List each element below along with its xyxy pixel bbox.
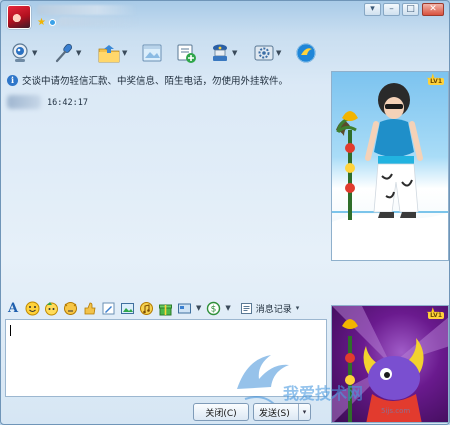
maximize-icon: □ — [406, 4, 415, 14]
send-options-dropdown[interactable]: ▾ — [298, 404, 310, 420]
music-icon — [139, 301, 153, 315]
my-show-illustration — [332, 306, 448, 422]
app-icon — [296, 43, 316, 63]
info-icon: i — [7, 74, 18, 86]
qq-show-panel[interactable]: ★ LV1 — [331, 71, 449, 261]
main-toolbar: ▼ ▼ ▼ ▼ ▼ — [9, 39, 329, 69]
gift-icon — [158, 304, 172, 315]
close-icon: ✕ — [429, 4, 437, 14]
message-input[interactable] — [5, 319, 327, 397]
level-badge: LV1 — [428, 78, 444, 85]
doodle-button[interactable] — [100, 300, 116, 316]
message-sender-blurred — [7, 95, 41, 109]
window-shake-icon — [63, 301, 77, 315]
contact-avatar[interactable] — [7, 5, 31, 29]
emoticon-button[interactable] — [24, 300, 40, 316]
level-badge: LV1 — [428, 312, 444, 319]
font-button[interactable]: A — [5, 300, 21, 316]
warning-text: 交谈中请勿轻信汇款、中奖信息、陌生电话，勿使用外挂软件。 — [22, 76, 289, 87]
remote-assist-icon — [213, 44, 227, 61]
online-status-icon — [49, 19, 56, 26]
screenshot-button[interactable] — [176, 300, 192, 316]
chevron-down-icon[interactable]: ▾ — [296, 304, 300, 312]
security-warning: i 交谈中请勿轻信汇款、中奖信息、陌生电话，勿使用外挂软件。 — [7, 73, 327, 87]
image-button[interactable] — [141, 39, 175, 67]
message-timestamp: 16:42:17 — [47, 98, 88, 108]
contact-signature-blurred — [59, 17, 139, 26]
chevron-down-icon: ▾ — [370, 4, 375, 14]
picture-icon — [120, 302, 134, 314]
maximize-button[interactable]: □ — [402, 3, 419, 16]
music-button[interactable] — [138, 300, 154, 316]
avatar-show-illustration — [332, 83, 448, 260]
screenshot-icon — [177, 303, 191, 313]
create-group-button[interactable] — [175, 39, 209, 67]
app-button[interactable] — [295, 39, 329, 67]
font-icon: A — [7, 300, 19, 316]
send-label: 发送(S) — [259, 408, 290, 419]
voice-button[interactable]: ▼ — [53, 39, 87, 67]
send-button[interactable]: 发送(S) ▾ — [253, 403, 311, 421]
settings-icon — [254, 45, 274, 61]
pencil-icon — [102, 302, 114, 314]
chat-history[interactable]: 16:42:17 — [5, 89, 325, 297]
text-caret — [10, 325, 11, 336]
title-bar[interactable]: ★ ▾ – □ ✕ — [1, 1, 450, 33]
webcam-icon — [12, 43, 28, 62]
message-history-label: 消息记录 — [255, 304, 292, 315]
animated-emoticon-button[interactable] — [43, 300, 59, 316]
chevron-down-icon[interactable]: ▼ — [232, 49, 237, 57]
send-file-button[interactable]: ▼ — [97, 39, 131, 67]
star-icon: ★ — [37, 17, 46, 28]
close-window-button[interactable]: ✕ — [422, 3, 444, 16]
currency-button[interactable]: $ — [205, 300, 221, 316]
create-group-icon — [177, 44, 196, 63]
magic-emoticon-icon — [44, 301, 58, 315]
chevron-down-icon[interactable]: ▼ — [76, 49, 81, 57]
minimize-icon: – — [389, 4, 394, 14]
microphone-icon — [55, 43, 73, 63]
webcam-button[interactable]: ▼ — [9, 39, 43, 67]
thumbs-up-icon — [84, 302, 95, 314]
send-image-button[interactable] — [119, 300, 135, 316]
window-menu-button[interactable]: ▾ — [364, 3, 381, 16]
chevron-down-icon[interactable]: ▼ — [276, 49, 281, 57]
chevron-down-icon[interactable]: ▼ — [122, 49, 127, 57]
chevron-down-icon[interactable]: ▼ — [225, 304, 230, 312]
smiley-icon — [25, 301, 39, 315]
chat-window: ★ ▾ – □ ✕ ▼ ▼ ▼ ▼ ▼ i 交谈中请勿轻信汇款、中奖信息、陌生电… — [0, 0, 450, 425]
image-icon — [142, 44, 162, 62]
chevron-down-icon: ▾ — [302, 408, 307, 416]
message-history-button[interactable]: 消息记录 ▾ — [235, 300, 305, 316]
settings-button[interactable]: ▼ — [253, 39, 287, 67]
contact-name-blurred — [37, 5, 137, 15]
chevron-down-icon[interactable]: ▼ — [196, 304, 201, 312]
remote-assist-button[interactable]: ▼ — [209, 39, 243, 67]
chevron-down-icon[interactable]: ▼ — [32, 49, 37, 57]
gift-button[interactable] — [157, 300, 173, 316]
close-button[interactable]: 关闭(C) — [193, 403, 249, 421]
currency-icon: $ — [206, 301, 221, 315]
svg-text:$: $ — [211, 304, 217, 314]
send-file-icon — [98, 45, 120, 63]
input-toolbar: A ▼ $ ▼ 消息记录 ▾ — [5, 299, 329, 317]
voice-message-button[interactable] — [81, 300, 97, 316]
my-show-panel[interactable]: ★ LV1 — [331, 305, 449, 423]
minimize-button[interactable]: – — [383, 3, 400, 16]
history-icon — [240, 302, 252, 314]
shake-button[interactable] — [62, 300, 78, 316]
